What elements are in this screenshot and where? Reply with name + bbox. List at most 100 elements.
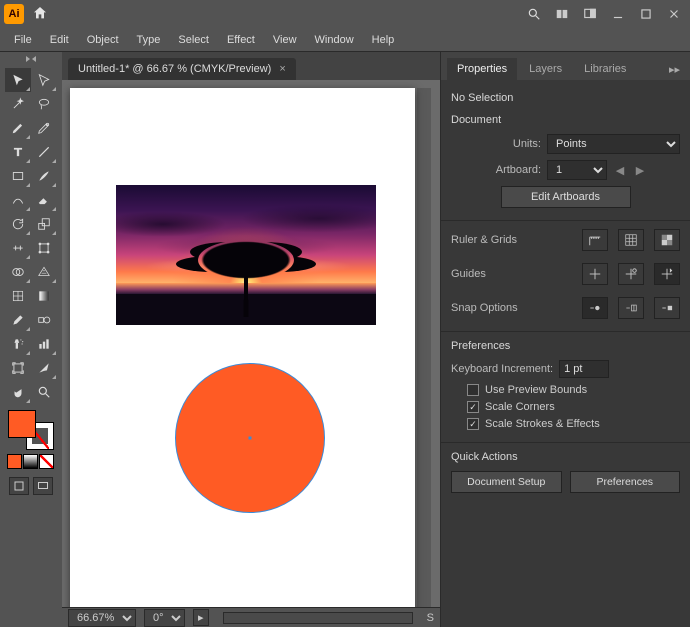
window-maximize-button[interactable]	[634, 2, 658, 26]
hand-tool[interactable]	[5, 380, 31, 404]
pen-tool[interactable]	[5, 116, 31, 140]
snap-to-grid-button[interactable]	[618, 297, 644, 319]
menu-view[interactable]: View	[265, 32, 305, 48]
status-right: S	[427, 612, 434, 624]
panel-tabs: Properties Layers Libraries ▸▸	[441, 52, 690, 80]
smart-guides-button[interactable]	[654, 263, 680, 285]
snap-to-pixel-button[interactable]	[654, 297, 680, 319]
width-tool[interactable]	[5, 236, 31, 260]
show-rulers-button[interactable]	[582, 229, 608, 251]
document-area: Untitled-1* @ 66.67 % (CMYK/Preview) × 6…	[62, 52, 440, 627]
perspective-grid-tool[interactable]	[31, 260, 57, 284]
paintbrush-tool[interactable]	[31, 164, 57, 188]
home-icon[interactable]	[32, 5, 48, 24]
fill-stroke-swatches[interactable]	[8, 410, 54, 450]
none-mode-button[interactable]	[39, 454, 54, 469]
curvature-tool[interactable]	[31, 116, 57, 140]
eyedropper-tool[interactable]	[5, 308, 31, 332]
artboard-tool[interactable]	[5, 356, 31, 380]
edit-artboards-button[interactable]: Edit Artboards	[501, 186, 631, 208]
menu-help[interactable]: Help	[364, 32, 403, 48]
prev-artboard-button[interactable]: ◀	[613, 161, 627, 179]
close-tab-button[interactable]: ×	[279, 63, 285, 75]
scale-strokes-checkbox[interactable]: ✓Scale Strokes & Effects	[467, 418, 680, 430]
menu-effect[interactable]: Effect	[219, 32, 263, 48]
slice-tool[interactable]	[31, 356, 57, 380]
workspace-switcher-icon[interactable]	[578, 2, 602, 26]
next-artboard-button[interactable]: ▶	[633, 161, 647, 179]
menu-bar: File Edit Object Type Select Effect View…	[0, 28, 690, 52]
scale-corners-checkbox[interactable]: ✓Scale Corners	[467, 401, 680, 413]
gradient-tool[interactable]	[31, 284, 57, 308]
magic-wand-tool[interactable]	[5, 92, 31, 116]
ruler-grids-label: Ruler & Grids	[451, 234, 572, 246]
menu-edit[interactable]: Edit	[42, 32, 77, 48]
navigator-arrow-icon[interactable]: ▸	[193, 609, 209, 626]
color-mode-button[interactable]	[7, 454, 22, 469]
preferences-button[interactable]: Preferences	[570, 471, 681, 493]
lock-guides-button[interactable]	[618, 263, 644, 285]
screen-mode-button[interactable]	[33, 477, 53, 495]
vertical-scrollbar[interactable]	[417, 88, 431, 607]
document-tabs: Untitled-1* @ 66.67 % (CMYK/Preview) ×	[62, 52, 440, 80]
show-guides-button[interactable]	[582, 263, 608, 285]
zoom-select[interactable]: 66.67%	[68, 609, 136, 627]
artboard-label: Artboard:	[451, 164, 541, 176]
window-close-button[interactable]	[662, 2, 686, 26]
use-preview-bounds-checkbox[interactable]: Use Preview Bounds	[467, 384, 680, 396]
ellipse-shape[interactable]	[175, 363, 325, 513]
tab-layers[interactable]: Layers	[519, 58, 572, 80]
blend-tool[interactable]	[31, 308, 57, 332]
free-transform-tool[interactable]	[31, 236, 57, 260]
preferences-section-title: Preferences	[451, 340, 680, 352]
draw-normal-button[interactable]	[9, 477, 29, 495]
type-tool[interactable]	[5, 140, 31, 164]
document-setup-button[interactable]: Document Setup	[451, 471, 562, 493]
placed-image-sunset[interactable]	[116, 185, 376, 325]
rectangle-tool[interactable]	[5, 164, 31, 188]
eraser-tool[interactable]	[31, 188, 57, 212]
rotate-tool[interactable]	[5, 212, 31, 236]
shaper-tool[interactable]	[5, 188, 31, 212]
direct-selection-tool[interactable]	[31, 68, 57, 92]
fill-swatch[interactable]	[8, 410, 36, 438]
document-tab[interactable]: Untitled-1* @ 66.67 % (CMYK/Preview) ×	[68, 58, 296, 80]
symbol-sprayer-tool[interactable]	[5, 332, 31, 356]
selection-tool[interactable]	[5, 68, 31, 92]
horizontal-scrollbar[interactable]	[223, 612, 413, 624]
panel-collapse-icon[interactable]: ▸▸	[665, 59, 684, 80]
mesh-tool[interactable]	[5, 284, 31, 308]
status-bar: 66.67% 0° ▸ S	[62, 607, 440, 627]
artboard-select[interactable]: 1	[547, 160, 607, 180]
keyboard-increment-input[interactable]	[559, 360, 609, 378]
tab-properties[interactable]: Properties	[447, 58, 517, 80]
window-minimize-button[interactable]	[606, 2, 630, 26]
quick-actions-title: Quick Actions	[451, 451, 680, 463]
title-bar: Ai	[0, 0, 690, 28]
search-icon[interactable]	[522, 2, 546, 26]
menu-type[interactable]: Type	[129, 32, 169, 48]
gradient-mode-button[interactable]	[23, 454, 38, 469]
rotate-select[interactable]: 0°	[144, 609, 185, 627]
menu-select[interactable]: Select	[170, 32, 217, 48]
keyboard-increment-label: Keyboard Increment:	[451, 363, 553, 375]
column-graph-tool[interactable]	[31, 332, 57, 356]
units-select[interactable]: Points	[547, 134, 680, 154]
line-tool[interactable]	[31, 140, 57, 164]
menu-file[interactable]: File	[6, 32, 40, 48]
artboard-canvas[interactable]	[70, 88, 415, 607]
show-grid-button[interactable]	[618, 229, 644, 251]
units-label: Units:	[451, 138, 541, 150]
guides-label: Guides	[451, 268, 572, 280]
scale-tool[interactable]	[31, 212, 57, 236]
zoom-tool[interactable]	[31, 380, 57, 404]
snap-to-point-button[interactable]	[582, 297, 608, 319]
menu-window[interactable]: Window	[307, 32, 362, 48]
lasso-tool[interactable]	[31, 92, 57, 116]
tools-collapse-icon[interactable]	[24, 56, 38, 66]
menu-object[interactable]: Object	[79, 32, 127, 48]
shape-builder-tool[interactable]	[5, 260, 31, 284]
show-transparency-grid-button[interactable]	[654, 229, 680, 251]
arrange-documents-icon[interactable]	[550, 2, 574, 26]
tab-libraries[interactable]: Libraries	[574, 58, 636, 80]
